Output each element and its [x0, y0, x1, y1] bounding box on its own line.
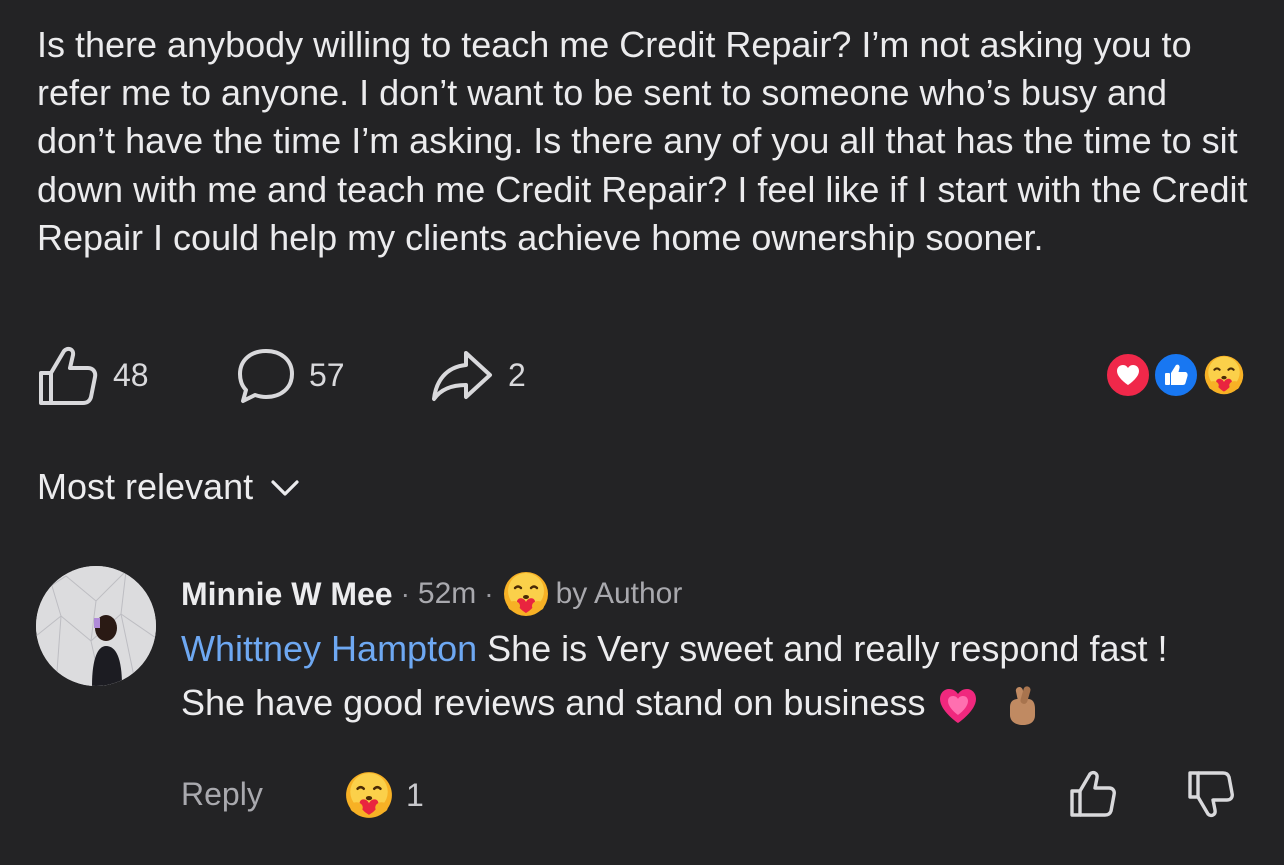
comment-body: Whittney Hampton She is Very sweet and r…: [181, 622, 1241, 730]
downvote-icon[interactable]: [1186, 769, 1236, 819]
speech-bubble-icon: [238, 349, 294, 403]
comment-sort-dropdown[interactable]: Most relevant: [37, 466, 303, 508]
care-reaction-icon: [344, 770, 394, 820]
sort-label: Most relevant: [37, 466, 254, 507]
heart-reaction-icon: [1104, 351, 1152, 399]
share-button[interactable]: 2: [430, 343, 526, 407]
upvote-icon[interactable]: [1068, 769, 1118, 819]
reactions-summary[interactable]: [1104, 351, 1250, 401]
meta-separator: ·: [400, 578, 410, 609]
comment-reaction-summary[interactable]: 1: [344, 768, 424, 822]
thumbs-up-icon: [39, 346, 98, 405]
post-action-bar: 48 57 2: [0, 343, 1284, 407]
crossed-fingers-emoji: [1009, 686, 1035, 726]
reply-button[interactable]: Reply: [181, 762, 263, 826]
avatar[interactable]: [36, 566, 156, 686]
author-reaction-label: by Author: [555, 577, 683, 610]
comment-count: 57: [309, 356, 345, 393]
share-arrow-icon: [432, 351, 492, 401]
comment-reaction-count: 1: [406, 776, 424, 813]
comment-author-name[interactable]: Minnie W Mee: [181, 576, 393, 613]
like-reaction-icon: [1152, 351, 1200, 399]
comment-button[interactable]: 57: [237, 343, 345, 407]
like-button[interactable]: 48: [37, 343, 149, 407]
share-count: 2: [508, 356, 526, 393]
like-count: 48: [113, 356, 149, 393]
comment-meta: Minnie W Mee · 52m · by Author: [181, 566, 682, 622]
mention-link[interactable]: Whittney Hampton: [181, 628, 477, 669]
meta-separator: ·: [484, 578, 494, 609]
post-text: Is there anybody willing to teach me Cre…: [37, 24, 1248, 258]
care-reaction-icon: [502, 570, 550, 618]
chevron-down-icon: [271, 480, 299, 496]
growing-heart-emoji: [939, 689, 976, 724]
comment-action-bar: Reply 1: [0, 762, 1284, 826]
care-reaction-icon: [1200, 351, 1248, 399]
comment-timestamp: 52m: [417, 577, 477, 610]
